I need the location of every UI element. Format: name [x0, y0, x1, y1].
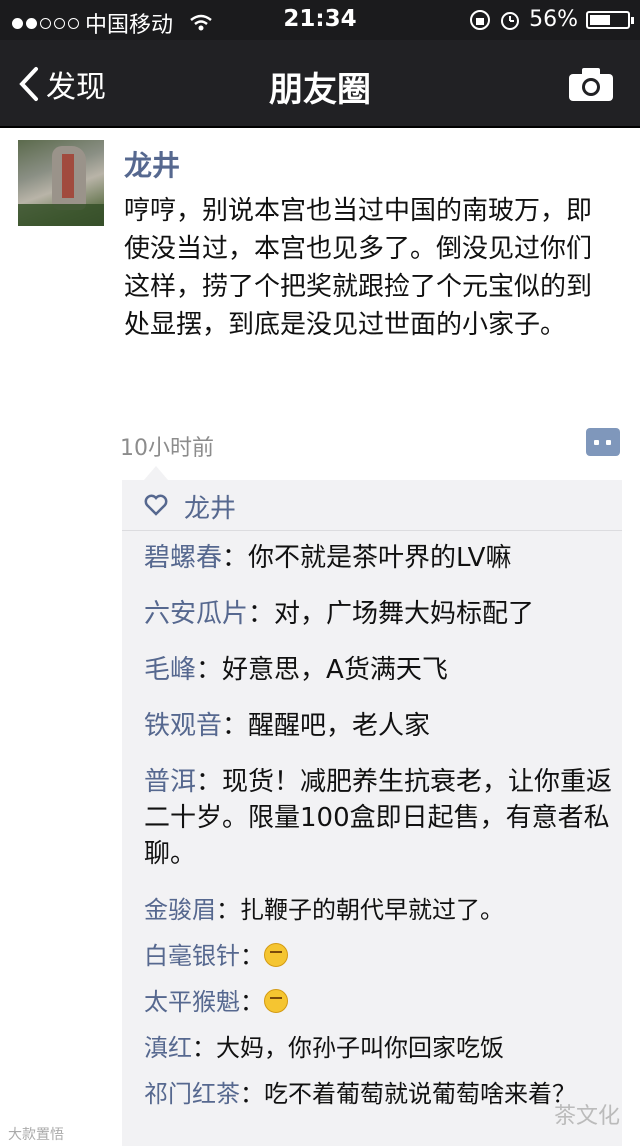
battery-fill	[590, 14, 610, 25]
rotation-lock-icon	[470, 9, 491, 30]
dizzy-emoji-icon	[264, 989, 288, 1013]
comment-separator: ：	[240, 1080, 264, 1108]
comment-separator: ：	[248, 599, 275, 629]
comment-list: 碧螺春：你不就是茶叶界的LV嘛 六安瓜片：对，广场舞大妈标配了 毛峰：好意思，A…	[144, 540, 614, 1122]
comment-item[interactable]: 白毫银针：	[144, 938, 614, 974]
commenter-name[interactable]: 碧螺春	[144, 543, 222, 573]
comment-item[interactable]: 金骏眉：扎鞭子的朝代早就过了。	[144, 892, 614, 928]
commenter-name[interactable]: 毛峰	[144, 655, 196, 685]
comment-separator: ：	[240, 988, 264, 1016]
status-bar: 中国移动 21:34 56%	[0, 0, 640, 40]
commenter-name[interactable]: 白毫银针	[144, 942, 240, 970]
comment-text: 对，广场舞大妈标配了	[274, 599, 535, 629]
comment-separator: ：	[196, 767, 223, 797]
comment-item[interactable]: 毛峰：好意思，A货满天飞	[144, 652, 614, 688]
post-text: 哼哼，别说本宫也当过中国的南玻万，即使没当过，本宫也见多了。倒没见过你们这样，捞…	[124, 196, 593, 340]
alarm-icon	[501, 11, 520, 30]
grimace-emoji-icon	[264, 943, 288, 967]
comment-text: 好意思，A货满天飞	[222, 655, 448, 685]
commenter-name[interactable]: 祁门红茶	[144, 1080, 240, 1108]
comment-text: 大妈，你孙子叫你回家吃饭	[216, 1034, 504, 1062]
commenter-name[interactable]: 普洱	[144, 767, 196, 797]
heart-icon	[144, 494, 168, 516]
comment-item[interactable]: 碧螺春：你不就是茶叶界的LV嘛	[144, 540, 614, 576]
comment-item[interactable]: 铁观音：醒醒吧，老人家	[144, 708, 614, 744]
commenter-name[interactable]: 六安瓜片	[144, 599, 248, 629]
comment-separator: ：	[240, 942, 264, 970]
camera-icon[interactable]	[568, 66, 614, 102]
comment-separator: ：	[216, 896, 240, 924]
comment-icon[interactable]	[586, 428, 620, 456]
comment-text: 扎鞭子的朝代早就过了。	[240, 896, 504, 924]
comment-separator: ：	[196, 655, 223, 685]
likes-comments-panel: 龙井 碧螺春：你不就是茶叶界的LV嘛 六安瓜片：对，广场舞大妈标配了 毛峰：好意…	[122, 466, 622, 1146]
comment-separator: ：	[222, 711, 249, 741]
comment-separator: ：	[192, 1034, 216, 1062]
commenter-name[interactable]: 金骏眉	[144, 896, 216, 924]
comment-item[interactable]: 普洱：现货！减肥养生抗衰老，让你重返二十岁。限量100盒即日起售，有意者私聊。	[144, 764, 614, 872]
commenter-name[interactable]: 铁观音	[144, 711, 222, 741]
avatar[interactable]	[18, 140, 104, 226]
watermark-left: 大款置悟	[8, 1127, 64, 1143]
liker-name[interactable]: 龙井	[184, 488, 236, 525]
navigation-bar: 发现 朋友圈	[0, 40, 640, 128]
commenter-name[interactable]: 滇红	[144, 1034, 192, 1062]
comment-item[interactable]: 六安瓜片：对，广场舞大妈标配了	[144, 596, 614, 632]
battery-percent: 56%	[529, 7, 578, 32]
commenter-name[interactable]: 太平猴魁	[144, 988, 240, 1016]
comment-item[interactable]: 滇红：大妈，你孙子叫你回家吃饭	[144, 1030, 614, 1066]
status-right: 56%	[469, 7, 634, 32]
comment-separator: ：	[222, 543, 249, 573]
post-author[interactable]: 龙井	[124, 144, 180, 184]
comment-text: 吃不着葡萄就说葡萄啥来着？	[264, 1080, 576, 1108]
comment-text: 你不就是茶叶界的LV嘛	[248, 543, 512, 573]
page-title: 朋友圈	[269, 70, 371, 110]
post-timestamp: 10小时前	[120, 436, 214, 461]
comment-item[interactable]: 祁门红茶：吃不着葡萄就说葡萄啥来着？	[144, 1076, 614, 1112]
battery-icon	[586, 10, 634, 29]
comment-text: 醒醒吧，老人家	[248, 711, 431, 741]
comment-item[interactable]: 太平猴魁：	[144, 984, 614, 1020]
watermark-right: 茶文化	[553, 1104, 620, 1129]
likes-row: 龙井	[122, 480, 622, 531]
